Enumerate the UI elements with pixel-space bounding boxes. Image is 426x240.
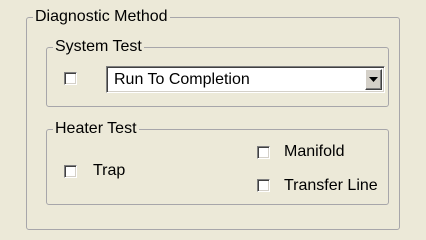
system-test-mode-value: Run To Completion	[114, 71, 250, 88]
transfer-line-checkbox[interactable]	[257, 179, 270, 192]
trap-checkbox[interactable]	[64, 165, 77, 178]
manifold-label[interactable]: Manifold	[284, 143, 344, 161]
manifold-checkbox[interactable]	[257, 146, 270, 159]
system-test-checkbox[interactable]	[64, 72, 77, 85]
system-test-title: System Test	[53, 38, 144, 56]
diagnostic-method-title: Diagnostic Method	[33, 8, 170, 26]
trap-label[interactable]: Trap	[93, 162, 125, 180]
transfer-line-label[interactable]: Transfer Line	[284, 177, 378, 195]
system-test-mode-select[interactable]: Run To Completion	[106, 66, 385, 93]
heater-test-title: Heater Test	[53, 120, 139, 138]
chevron-down-icon	[369, 77, 378, 82]
dropdown-button[interactable]	[365, 69, 382, 90]
